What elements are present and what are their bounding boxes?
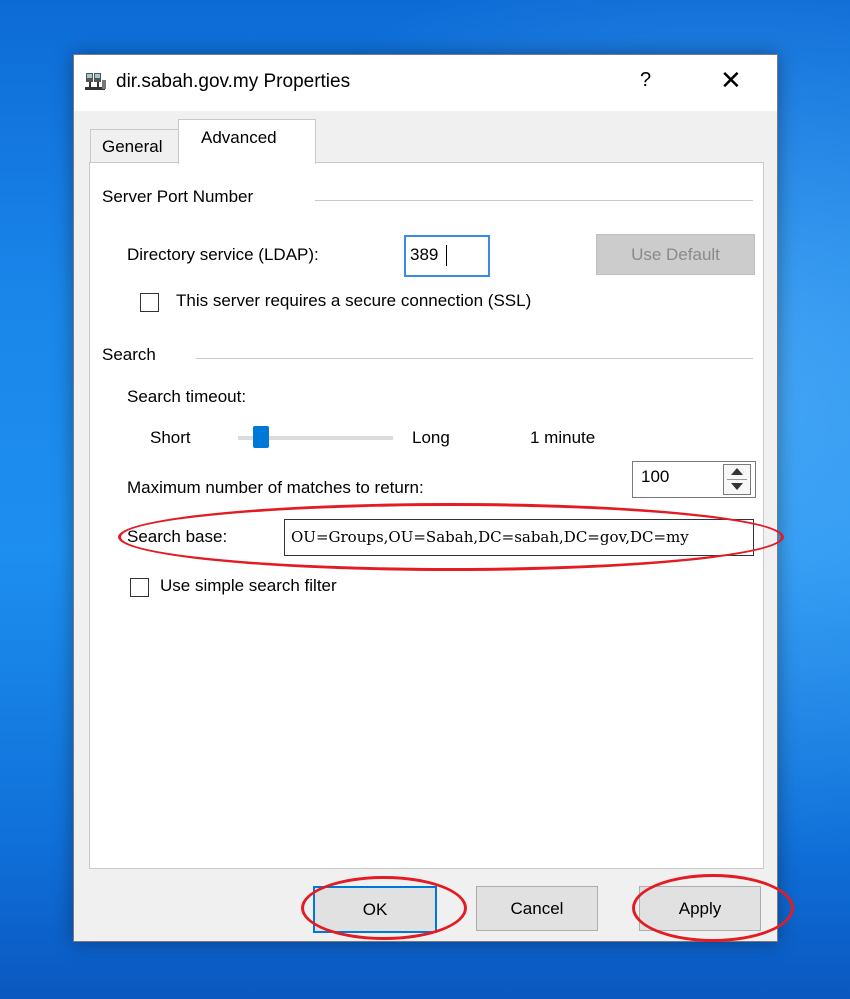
simple-filter-checkbox[interactable] (130, 578, 149, 597)
group-divider (315, 200, 753, 201)
slider-thumb[interactable] (253, 426, 269, 448)
spinner-buttons[interactable] (723, 464, 751, 495)
search-base-label: Search base: (127, 527, 228, 546)
tab-general[interactable]: General (90, 129, 180, 162)
search-group-label: Search (102, 345, 156, 364)
spin-divider (727, 479, 747, 480)
slider-max-label: Long (412, 428, 450, 447)
ldap-port-input[interactable]: 389 (404, 235, 490, 277)
spin-down-icon[interactable] (731, 483, 743, 490)
ldap-port-value: 389 (410, 245, 439, 264)
search-base-input[interactable]: OU=Groups,OU=Sabah,DC=sabah,DC=gov,DC=my (284, 519, 754, 556)
ok-button[interactable]: OK (313, 886, 437, 933)
group-divider (196, 358, 753, 359)
simple-filter-label: Use simple search filter (160, 576, 337, 595)
apply-button[interactable]: Apply (639, 886, 761, 931)
use-default-button[interactable]: Use Default (596, 234, 755, 275)
slider-min-label: Short (150, 428, 191, 447)
max-matches-label: Maximum number of matches to return: (127, 478, 424, 497)
search-timeout-label: Search timeout: (127, 387, 247, 406)
cancel-button[interactable]: Cancel (476, 886, 598, 931)
title-bar: dir.sabah.gov.my Properties ? ✕ (74, 55, 777, 111)
tab-advanced-label: Advanced (201, 128, 277, 147)
max-matches-value: 100 (641, 467, 670, 486)
properties-dialog: dir.sabah.gov.my Properties ? ✕ General … (73, 54, 778, 942)
tab-advanced[interactable]: Advanced (178, 119, 316, 164)
search-timeout-value: 1 minute (530, 428, 596, 447)
help-button[interactable]: ? (640, 69, 651, 92)
close-icon[interactable]: ✕ (720, 65, 742, 96)
ssl-checkbox-label: This server requires a secure connection… (176, 291, 532, 310)
spin-up-icon[interactable] (731, 468, 743, 475)
ldap-port-label: Directory service (LDAP): (127, 245, 319, 264)
ssl-checkbox[interactable] (140, 293, 159, 312)
text-caret (446, 245, 447, 266)
advanced-tab-panel: Server Port Number Directory service (LD… (89, 162, 764, 869)
directory-service-icon (85, 73, 106, 90)
window-title: dir.sabah.gov.my Properties (116, 71, 351, 92)
tab-general-label: General (102, 137, 163, 156)
server-port-group-label: Server Port Number (102, 187, 254, 206)
max-matches-spinner[interactable]: 100 (632, 461, 756, 498)
search-base-value: OU=Groups,OU=Sabah,DC=sabah,DC=gov,DC=my (291, 528, 689, 546)
